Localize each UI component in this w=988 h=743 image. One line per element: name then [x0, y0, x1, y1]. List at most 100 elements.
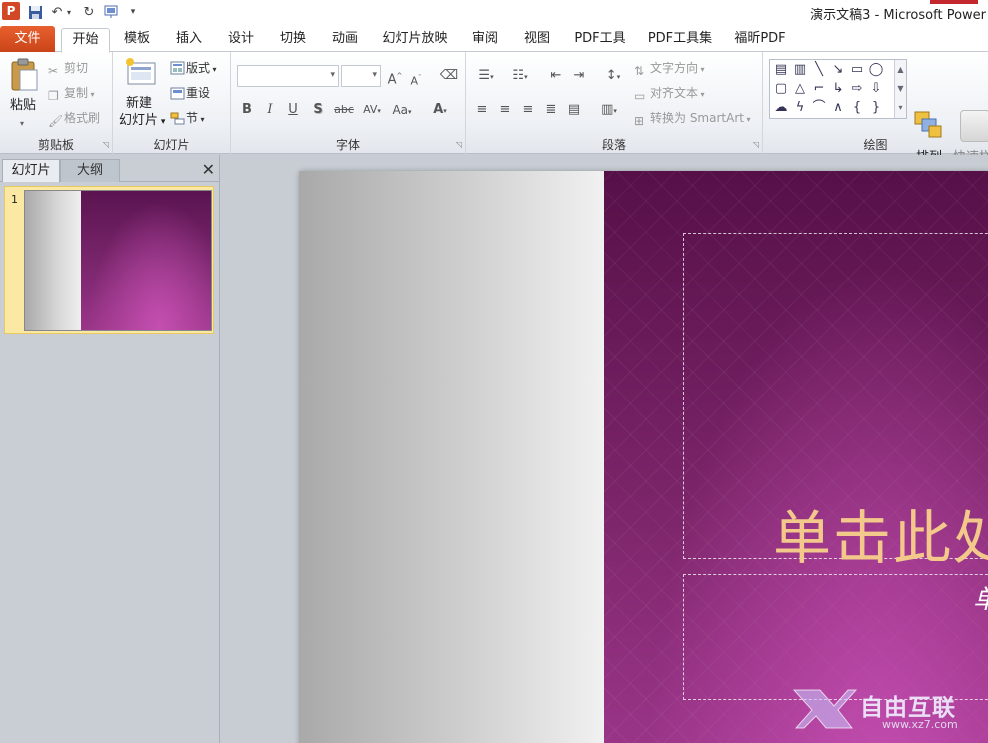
save-icon[interactable]: [26, 3, 44, 21]
line-shape-icon[interactable]: ╲: [810, 61, 828, 79]
tab-review[interactable]: 审阅: [465, 28, 505, 52]
slide-canvas[interactable]: 单击此处 单: [299, 171, 988, 743]
slide-thumbnail[interactable]: [24, 190, 212, 331]
align-text-icon: ▭: [634, 88, 646, 103]
tab-slides[interactable]: 幻灯片: [2, 159, 60, 182]
slides-panel: 幻灯片 大纲 ✕ 1: [0, 155, 220, 743]
font-size-select[interactable]: ▾: [341, 65, 381, 87]
tab-slideshow[interactable]: 幻灯片放映: [379, 28, 451, 52]
convert-smartart-button[interactable]: ⊞ 转换为 SmartArt ▾: [634, 108, 751, 128]
tab-pdf-tools[interactable]: PDF工具: [570, 28, 630, 52]
tab-home[interactable]: 开始: [61, 28, 110, 53]
slide-thumbnail-item[interactable]: 1: [4, 186, 214, 334]
customize-qat-icon[interactable]: ▾: [124, 3, 142, 21]
slide-subtitle-text[interactable]: 单: [973, 579, 988, 616]
shrink-font-button[interactable]: Aˇ: [406, 68, 426, 88]
increase-indent-icon[interactable]: ⇥: [569, 66, 589, 86]
redo-icon[interactable]: ↻: [80, 3, 98, 21]
paragraph-launcher-icon[interactable]: ◹: [753, 140, 759, 149]
align-right-icon[interactable]: ≡: [518, 100, 538, 120]
layout-button[interactable]: 版式 ▾: [170, 58, 217, 78]
font-color-button[interactable]: A▾: [427, 100, 453, 120]
slides-group-label: 幻灯片: [153, 138, 190, 152]
curve-shape-icon[interactable]: ∧: [829, 99, 847, 117]
clear-format-icon[interactable]: ⌫: [439, 66, 459, 86]
slides-group: 新建 幻灯片 ▾ 版式 ▾ 重设 节 ▾ 幻灯片: [113, 52, 231, 154]
new-slide-icon[interactable]: [125, 58, 157, 89]
copy-button[interactable]: ❐ 复制 ▾: [48, 83, 95, 103]
section-button[interactable]: 节 ▾: [170, 108, 205, 128]
copy-label: 复制: [64, 86, 89, 100]
character-spacing-button[interactable]: AV▾: [359, 100, 385, 120]
presentation-icon[interactable]: [102, 3, 120, 21]
paragraph-group-label: 段落: [601, 138, 626, 152]
font-family-select[interactable]: ▾: [237, 65, 339, 87]
arrow-line-shape-icon[interactable]: ↘: [829, 61, 847, 79]
right-arrow-shape-icon[interactable]: ⇨: [848, 80, 866, 98]
tab-pdf-toolset[interactable]: PDF工具集: [644, 28, 716, 52]
text-direction-button[interactable]: ⇅ 文字方向 ▾: [634, 58, 705, 78]
paste-button[interactable]: 粘贴: [10, 94, 36, 113]
tab-view[interactable]: 视图: [517, 28, 557, 52]
grow-font-button[interactable]: A^: [385, 66, 405, 87]
decrease-indent-icon[interactable]: ⇤: [546, 66, 566, 86]
quick-styles-icon[interactable]: [960, 110, 988, 142]
down-arrow-shape-icon[interactable]: ⇩: [867, 80, 885, 98]
columns-icon[interactable]: ▥▾: [596, 100, 622, 120]
elbow-arrow-shape-icon[interactable]: ↳: [829, 80, 847, 98]
vertical-textbox-shape-icon[interactable]: ▥: [791, 61, 809, 79]
rectangle-shape-icon[interactable]: ▭: [848, 61, 866, 79]
font-launcher-icon[interactable]: ◹: [456, 140, 462, 149]
freeform-shape-icon[interactable]: ☁: [772, 99, 790, 117]
italic-button[interactable]: I: [260, 100, 280, 120]
right-brace-shape-icon[interactable]: }: [867, 99, 885, 117]
tab-design[interactable]: 设计: [221, 28, 261, 52]
underline-button[interactable]: U: [283, 100, 303, 120]
numbering-icon[interactable]: ☷▾: [506, 66, 534, 86]
lightning-shape-icon[interactable]: ϟ: [791, 99, 809, 117]
tab-foxit-pdf[interactable]: 福昕PDF: [730, 28, 790, 52]
reset-button[interactable]: 重设: [170, 83, 210, 103]
cut-button[interactable]: ✂ 剪切: [48, 58, 88, 78]
format-painter-button[interactable]: 🖌格式刷: [48, 108, 100, 128]
slide-title-text[interactable]: 单击此处: [773, 491, 988, 575]
paste-icon[interactable]: [9, 58, 39, 97]
shapes-gallery[interactable]: ▤ ▥ ╲ ↘ ▭ ◯ ▢ △ ⌐ ↳ ⇨ ⇩ ☁ ϟ ⌒ ∧ { } ▲ ▼ ▾: [769, 59, 907, 119]
text-direction-icon: ⇅: [634, 63, 645, 78]
justify-icon[interactable]: ≣: [541, 100, 561, 120]
arrange-icon[interactable]: [913, 110, 943, 143]
subtitle-placeholder[interactable]: [683, 574, 988, 700]
shadow-button[interactable]: S: [308, 100, 328, 120]
rounded-rectangle-shape-icon[interactable]: ▢: [772, 80, 790, 98]
undo-dropdown-icon[interactable]: ▾: [64, 3, 74, 21]
tab-transitions[interactable]: 切换: [273, 28, 313, 52]
bold-button[interactable]: B: [237, 100, 257, 120]
arc-shape-icon[interactable]: ⌒: [810, 99, 828, 117]
tab-templates[interactable]: 模板: [117, 28, 157, 52]
brush-icon: 🖌: [48, 113, 64, 128]
tab-outline[interactable]: 大纲: [60, 159, 120, 182]
align-left-icon[interactable]: ≡: [472, 100, 492, 120]
tab-file[interactable]: 文件: [0, 26, 55, 52]
tab-animations[interactable]: 动画: [325, 28, 365, 52]
clipboard-launcher-icon[interactable]: ◹: [103, 140, 109, 149]
powerpoint-logo-icon[interactable]: P: [2, 2, 20, 20]
align-center-icon[interactable]: ≡: [495, 100, 515, 120]
oval-shape-icon[interactable]: ◯: [867, 61, 885, 79]
textbox-shape-icon[interactable]: ▤: [772, 61, 790, 79]
change-case-button[interactable]: Aa▾: [389, 100, 415, 120]
line-spacing-icon[interactable]: ↕▾: [600, 66, 626, 86]
strikethrough-button[interactable]: abc: [332, 100, 356, 120]
bullets-icon[interactable]: ☰▾: [472, 66, 500, 86]
elbow-connector-shape-icon[interactable]: ⌐: [810, 80, 828, 98]
gallery-scroll[interactable]: ▲ ▼ ▾: [894, 60, 906, 118]
layout-label: 版式: [186, 61, 211, 75]
tab-insert[interactable]: 插入: [169, 28, 209, 52]
align-text-button[interactable]: ▭ 对齐文本 ▾: [634, 83, 705, 103]
left-brace-shape-icon[interactable]: {: [848, 99, 866, 117]
paste-dropdown-icon[interactable]: ▾: [20, 114, 24, 134]
close-icon[interactable]: ✕: [202, 160, 215, 179]
distributed-icon[interactable]: ▤: [564, 100, 584, 120]
triangle-shape-icon[interactable]: △: [791, 80, 809, 98]
new-slide-button[interactable]: 幻灯片 ▾: [119, 109, 165, 128]
